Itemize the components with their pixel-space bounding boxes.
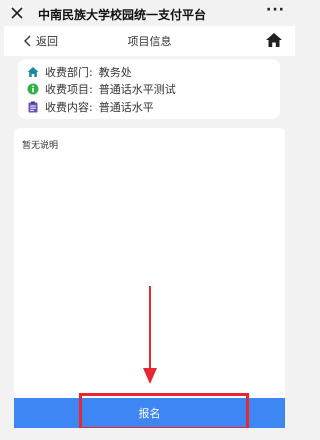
home-small-icon [27, 67, 39, 77]
info-icon [27, 83, 39, 95]
content-label: 收费内容: [45, 101, 93, 114]
department-row: 收费部门: 教务处 [27, 64, 132, 80]
close-icon[interactable] [10, 6, 24, 20]
department-value: 教务处 [98, 66, 132, 79]
home-icon[interactable] [265, 31, 283, 49]
department-label: 收费部门: [45, 66, 93, 79]
annotation-highlight-box [79, 393, 249, 430]
content-row: 收费内容: 普通话水平 [27, 99, 154, 115]
item-value: 普通话水平测试 [98, 83, 176, 96]
fee-info-card: 收费部门: 教务处 收费项目: 普通话水平测试 收费内容: 普通话水平 [18, 59, 280, 119]
wechat-title-bar: 中南民族大学校园统一支付平台 ··· [0, 0, 299, 26]
item-label: 收费项目: [45, 83, 93, 96]
nav-bar: 返回 项目信息 [4, 26, 295, 56]
item-row: 收费项目: 普通话水平测试 [27, 81, 176, 97]
mini-program-title: 中南民族大学校园统一支付平台 [38, 8, 207, 22]
bottom-margin [0, 428, 299, 440]
content-value: 普通话水平 [98, 101, 154, 114]
description-text: 暂无说明 [22, 141, 59, 151]
page-title: 项目信息 [127, 35, 172, 48]
annotation-arrow [143, 286, 157, 384]
more-menu-icon[interactable]: ··· [266, 2, 285, 18]
clipboard-icon [28, 101, 38, 113]
